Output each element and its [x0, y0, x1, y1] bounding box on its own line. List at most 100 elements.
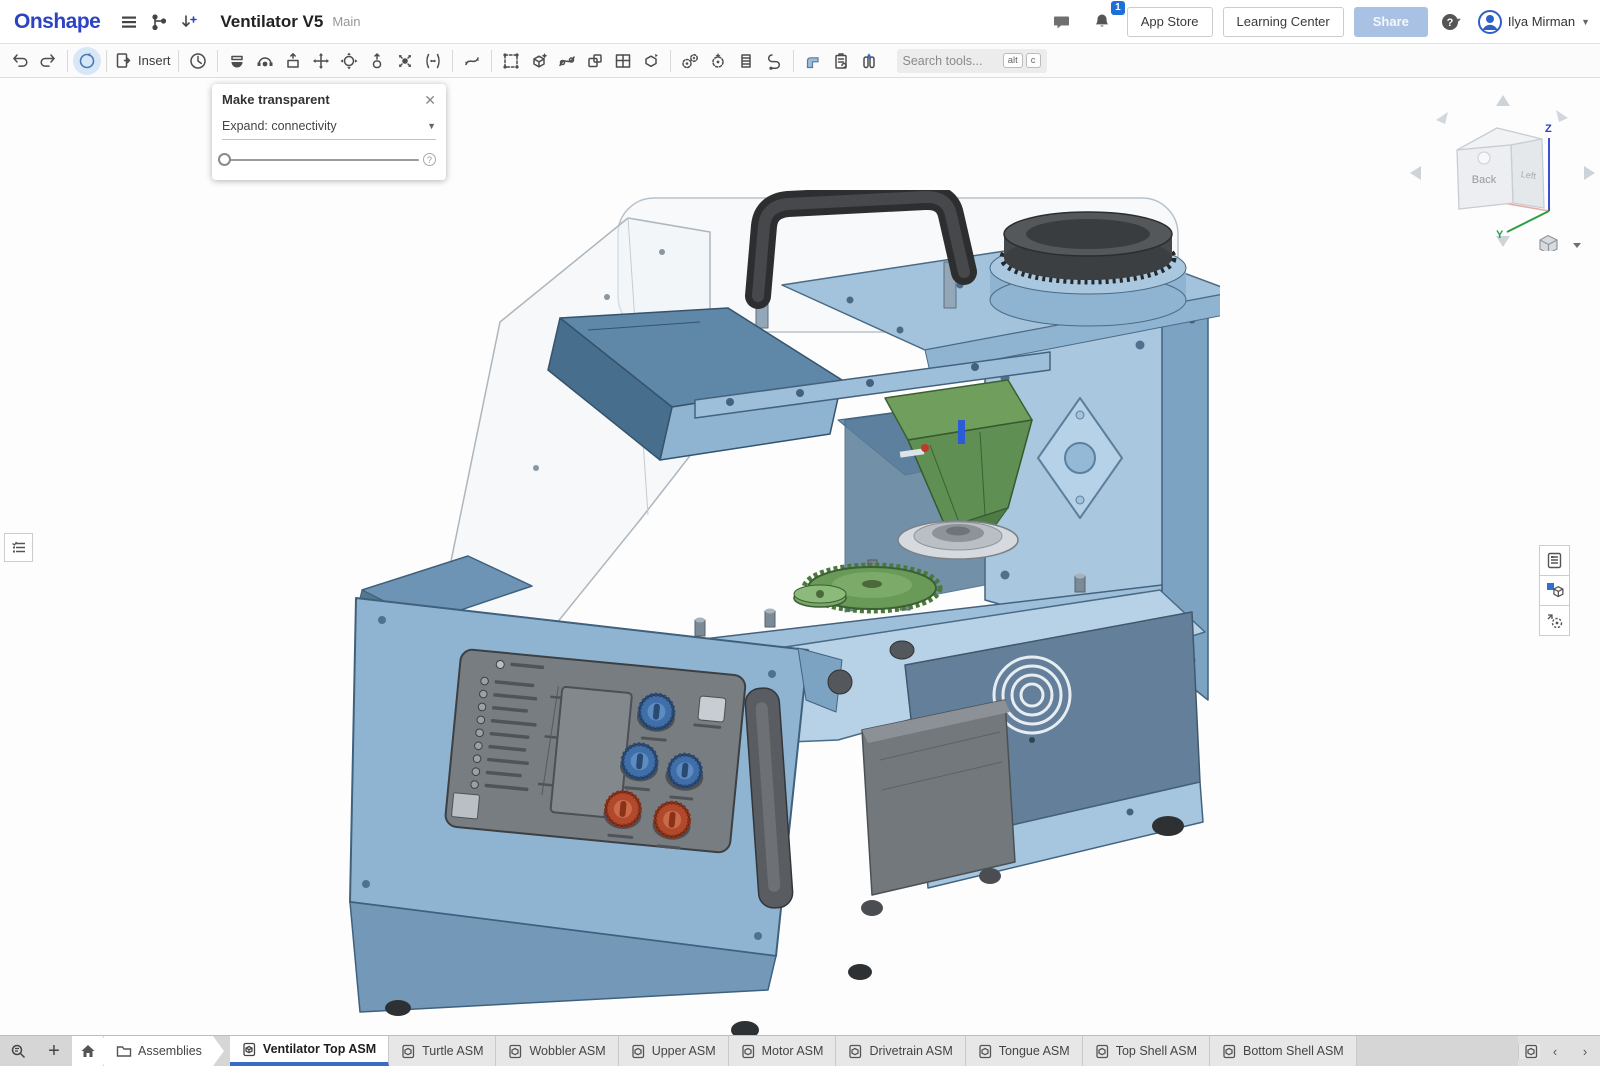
search-tools-input[interactable]: Search tools... alt c: [897, 49, 1047, 73]
control-panel[interactable]: [444, 649, 746, 855]
screw-relation-icon[interactable]: [732, 47, 760, 75]
svg-text:Z: Z: [1545, 123, 1552, 135]
rotate-view-icon[interactable]: [73, 47, 101, 75]
view-cube-back-face[interactable]: Back: [1472, 174, 1497, 186]
transparency-slider-handle[interactable]: [218, 153, 231, 166]
new-tab-button[interactable]: +: [36, 1036, 72, 1066]
search-tools-placeholder: Search tools...: [903, 54, 1000, 68]
search-tabs-icon[interactable]: [0, 1036, 36, 1066]
notifications-bell-icon[interactable]: 1: [1087, 7, 1117, 37]
view-cube-body[interactable]: [1457, 128, 1544, 209]
view-cube[interactable]: X Z Y Back Left: [1405, 86, 1600, 251]
motor-housing[interactable]: [862, 700, 1015, 895]
dialog-title: Make transparent: [222, 92, 424, 107]
comment-icon[interactable]: [1047, 7, 1077, 37]
pin-slot-mate-icon[interactable]: [363, 47, 391, 75]
parallel-mate-icon[interactable]: [419, 47, 447, 75]
mate-arrow: [958, 420, 965, 444]
view-cube-left-face[interactable]: Left: [1520, 169, 1537, 181]
svg-text:Y: Y: [1496, 229, 1504, 241]
close-icon[interactable]: ✕: [424, 93, 436, 107]
revolute-mate-icon[interactable]: [251, 47, 279, 75]
assembly-tab-icon: [1095, 1044, 1110, 1059]
explode-icon[interactable]: [799, 47, 827, 75]
replicate-icon[interactable]: [525, 47, 553, 75]
hamburger-menu-icon[interactable]: [114, 7, 144, 37]
ball-mate-icon[interactable]: [391, 47, 419, 75]
assembly-tab-icon: [978, 1044, 993, 1059]
user-name: Ilya Mirman: [1508, 14, 1575, 29]
cylindrical-mate-icon[interactable]: [335, 47, 363, 75]
follow-mode-icon[interactable]: [174, 7, 204, 37]
learning-center-button[interactable]: Learning Center: [1223, 7, 1344, 37]
assembly-tab-icon: [242, 1042, 257, 1057]
snapshot-icon[interactable]: [827, 47, 855, 75]
tab-top-shell-asm[interactable]: Top Shell ASM: [1083, 1036, 1210, 1066]
right-panel-buttons: [1539, 546, 1570, 636]
scroll-tabs-left-icon[interactable]: ‹: [1540, 1044, 1570, 1059]
breadcrumb-assemblies[interactable]: Assemblies: [104, 1036, 224, 1066]
tab-partial[interactable]: [1518, 1044, 1540, 1059]
ventilator-model[interactable]: [330, 190, 1220, 1035]
insert-button[interactable]: Insert: [112, 47, 173, 75]
fastened-mate-icon[interactable]: [223, 47, 251, 75]
group-icon[interactable]: [581, 47, 609, 75]
make-transparent-dialog: Make transparent ✕ Expand: connectivity …: [212, 84, 446, 180]
assembly-tab-icon: [741, 1044, 756, 1059]
assembly-tab-icon: [401, 1044, 416, 1059]
mate-connector-panel-button[interactable]: [1539, 605, 1570, 636]
expand-dropdown-value: Expand: connectivity: [222, 119, 427, 133]
tab-ventilator-top-asm[interactable]: Ventilator Top ASM: [230, 1036, 389, 1066]
shortcut-key-alt: alt: [1003, 53, 1023, 68]
share-button[interactable]: Share: [1354, 7, 1428, 37]
belt-relation-icon[interactable]: [760, 47, 788, 75]
app-store-button[interactable]: App Store: [1127, 7, 1213, 37]
view-menu-icon[interactable]: [1540, 236, 1581, 252]
insert-label: Insert: [138, 53, 171, 68]
expand-dropdown[interactable]: Expand: connectivity ▼: [222, 113, 436, 140]
table-icon[interactable]: [609, 47, 637, 75]
versions-history-icon[interactable]: [144, 7, 174, 37]
scroll-tabs-right-icon[interactable]: ›: [1570, 1044, 1600, 1059]
document-tab-bar: + Assemblies Ventilator Top ASM Turtle A…: [0, 1035, 1600, 1066]
tab-motor-asm[interactable]: Motor ASM: [729, 1036, 837, 1066]
bom-table-button[interactable]: [1539, 545, 1570, 576]
measure-icon[interactable]: [855, 47, 883, 75]
slider-mate-icon[interactable]: [279, 47, 307, 75]
undo-icon[interactable]: [6, 47, 34, 75]
user-menu[interactable]: Ilya Mirman ▼: [1478, 10, 1590, 34]
path-icon[interactable]: [553, 47, 581, 75]
appearance-panel-button[interactable]: [1539, 575, 1570, 606]
filter-cap[interactable]: [990, 212, 1186, 326]
assembly-tab-icon: [1222, 1044, 1237, 1059]
slider-help-icon[interactable]: ?: [423, 153, 436, 166]
display-states-icon[interactable]: [637, 47, 665, 75]
instance-list-toggle[interactable]: [4, 533, 33, 562]
folder-icon: [116, 1044, 132, 1058]
app-header: Onshape Ventilator V5 Main 1 App Store L…: [0, 0, 1600, 44]
onshape-logo[interactable]: Onshape: [14, 10, 100, 34]
planar-mate-icon[interactable]: [307, 47, 335, 75]
bearing-assembly[interactable]: [898, 521, 1018, 559]
shortcut-key-c: c: [1026, 53, 1041, 68]
tab-upper-asm[interactable]: Upper ASM: [619, 1036, 729, 1066]
chevron-down-icon: ▼: [427, 121, 436, 131]
tab-turtle-asm[interactable]: Turtle ASM: [389, 1036, 496, 1066]
relation-icon[interactable]: [458, 47, 486, 75]
tab-drivetrain-asm[interactable]: Drivetrain ASM: [836, 1036, 965, 1066]
transparency-slider[interactable]: [222, 159, 419, 161]
pattern-icon[interactable]: [497, 47, 525, 75]
svg-text:?: ?: [1447, 17, 1454, 29]
help-icon[interactable]: ?: [1438, 7, 1468, 37]
tab-wobbler-asm[interactable]: Wobbler ASM: [496, 1036, 618, 1066]
graphics-viewport[interactable]: Make transparent ✕ Expand: connectivity …: [0, 78, 1600, 1035]
gear-star-icon[interactable]: [704, 47, 732, 75]
user-caret-icon: ▼: [1581, 17, 1590, 27]
redo-icon[interactable]: [34, 47, 62, 75]
tab-tongue-asm[interactable]: Tongue ASM: [966, 1036, 1083, 1066]
tab-bottom-shell-asm[interactable]: Bottom Shell ASM: [1210, 1036, 1357, 1066]
gear-relation-icon[interactable]: [676, 47, 704, 75]
assembly-tab-icon: [848, 1044, 863, 1059]
mate-icon[interactable]: [184, 47, 212, 75]
assembly-toolbar: Insert Search tools... alt c: [0, 44, 1600, 78]
